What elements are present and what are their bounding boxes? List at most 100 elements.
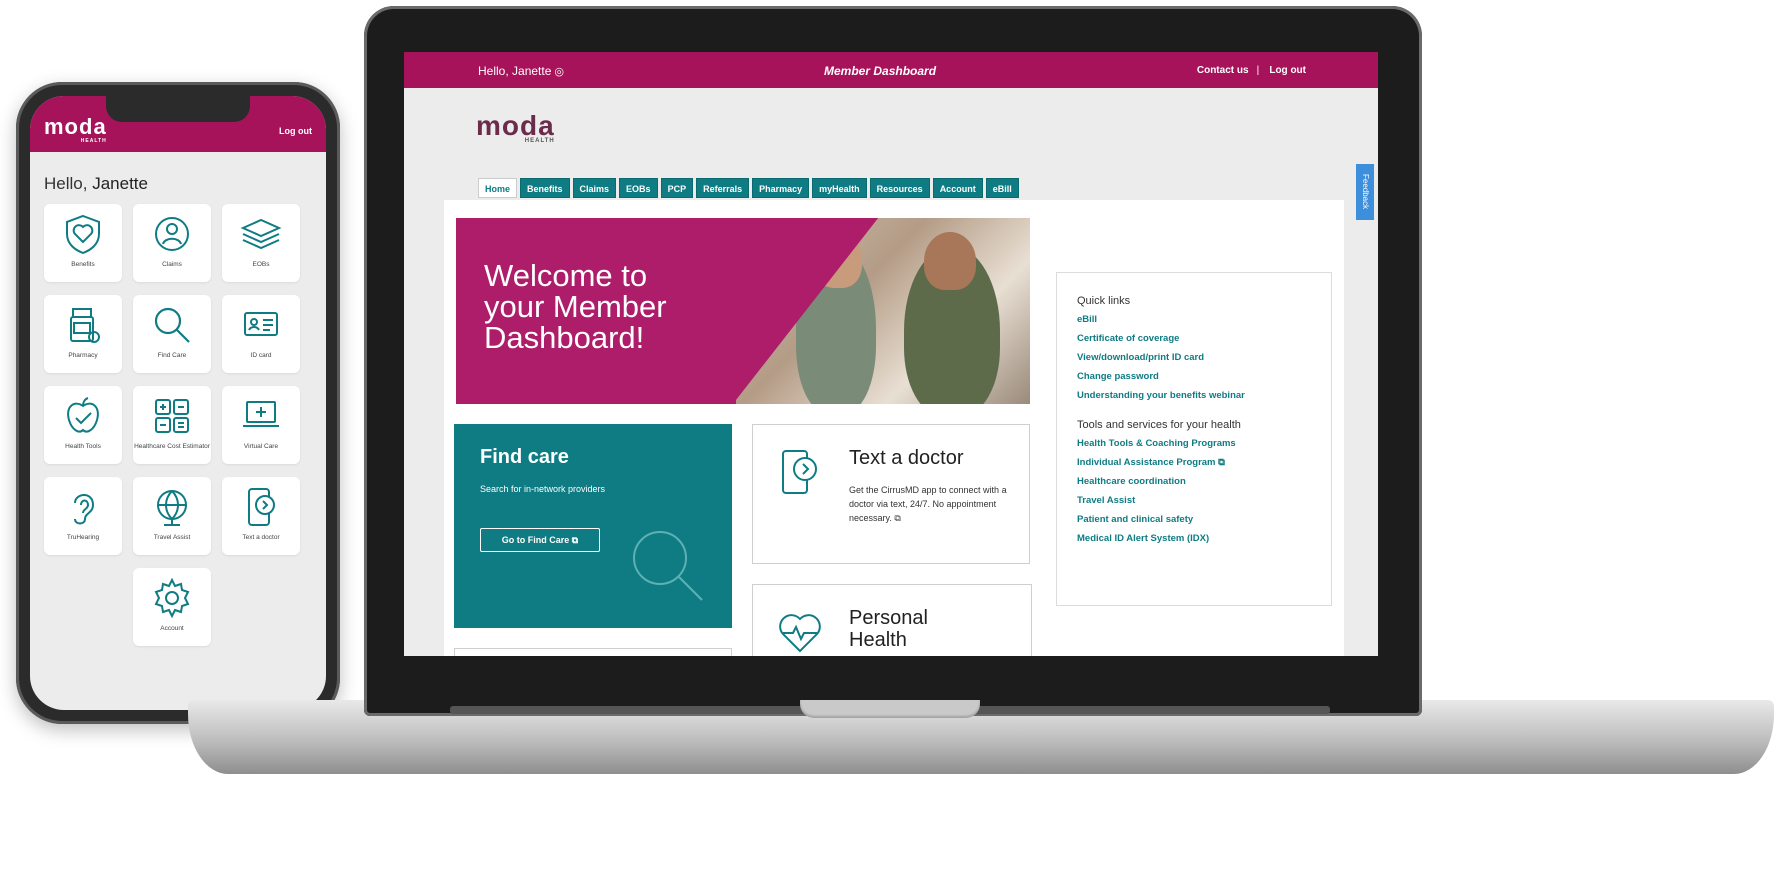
tile-label: Benefits [71, 261, 95, 268]
tool-link-coaching[interactable]: Health Tools & Coaching Programs [1077, 438, 1331, 449]
tab-account[interactable]: Account [932, 178, 983, 198]
tile-label: ID card [250, 352, 272, 359]
text-doctor-text: Get the CirrusMD app to connect with a d… [849, 485, 1007, 523]
person-cycle-icon [155, 217, 189, 251]
tab-home[interactable]: Home [478, 178, 518, 198]
tool-link-assistance[interactable]: Individual Assistance Program ⧉ [1077, 457, 1331, 468]
tab-pharmacy[interactable]: Pharmacy [752, 178, 810, 198]
phone-chat-icon [782, 450, 817, 494]
tile-label: EOBs [252, 261, 270, 268]
tile-claims[interactable]: Claims [133, 204, 211, 282]
phone-logo[interactable]: moda HEALTH [44, 114, 107, 144]
tile-find-care[interactable]: Find Care [133, 295, 211, 373]
tile-virtual-care[interactable]: Virtual Care [222, 386, 300, 464]
hero-face-right [924, 232, 976, 290]
tile-label: Pharmacy [68, 352, 98, 359]
quick-link-certificate[interactable]: Certificate of coverage [1077, 333, 1331, 344]
site-logo-text: moda [476, 110, 555, 141]
external-link-icon: ⧉ [571, 535, 579, 545]
main-tabs: Home Benefits Claims EOBs PCP Referrals … [478, 178, 1019, 198]
tab-eobs[interactable]: EOBs [619, 178, 658, 198]
personal-health-card[interactable]: Personal Health [752, 584, 1032, 656]
quick-link-ebill[interactable]: eBill [1077, 314, 1331, 325]
link-separator: | [1256, 65, 1260, 76]
partial-card [454, 648, 732, 656]
tools-heading: Tools and services for your health [1077, 419, 1241, 431]
dashboard-title: Member Dashboard [824, 64, 937, 78]
tool-link-medical-id[interactable]: Medical ID Alert System (IDX) [1077, 533, 1331, 544]
tile-eobs[interactable]: EOBs [222, 204, 300, 282]
quick-link-benefits-webinar[interactable]: Understanding your benefits webinar [1077, 390, 1331, 401]
tab-referrals[interactable]: Referrals [696, 178, 750, 198]
pill-bottle-icon [70, 308, 100, 343]
go-to-find-care-button[interactable]: Go to Find Care ⧉ [480, 528, 600, 552]
tab-myhealth[interactable]: myHealth [812, 178, 867, 198]
tile-label: TruHearing [66, 534, 100, 541]
logout-link[interactable]: Log out [1269, 65, 1306, 76]
tab-resources[interactable]: Resources [869, 178, 930, 198]
top-bar: Hello, Janette ◎ Member Dashboard Contact… [404, 52, 1378, 88]
hero-heading: Welcome to your Member Dashboard! [484, 258, 667, 355]
find-care-title: Find care [480, 446, 569, 468]
tile-travel-assist[interactable]: Travel Assist [133, 477, 211, 555]
tab-ebill[interactable]: eBill [985, 178, 1019, 198]
phone-notch [106, 96, 250, 122]
tab-claims[interactable]: Claims [572, 178, 617, 198]
phone-logout-link[interactable]: Log out [279, 126, 312, 136]
top-links: Contact us | Log out [1187, 65, 1306, 76]
tile-label: Virtual Care [243, 443, 279, 450]
tile-label: Travel Assist [153, 534, 191, 541]
phone-device: moda HEALTH Log out Hello, Janette Benef… [16, 82, 340, 724]
tab-benefits[interactable]: Benefits [520, 178, 570, 198]
site-logo[interactable]: moda HEALTH [476, 110, 555, 144]
text-doctor-card[interactable]: Text a doctor Get the CirrusMD app to co… [752, 424, 1030, 564]
tile-truhearing[interactable]: TruHearing [44, 477, 122, 555]
globe-icon[interactable]: ◎ [554, 66, 564, 78]
tool-link-assistance-text: Individual Assistance Program [1077, 457, 1216, 468]
stack-icon [240, 218, 282, 250]
main-content: Welcome to your Member Dashboard! Find c… [444, 200, 1344, 656]
tile-label: Health Tools [65, 443, 101, 450]
tool-link-coordination[interactable]: Healthcare coordination [1077, 476, 1331, 487]
personal-health-title: Personal Health [849, 607, 928, 651]
tab-pcp[interactable]: PCP [660, 178, 694, 198]
tile-label: Healthcare Cost Estimator [134, 443, 210, 450]
phone-tile-grid: Benefits Claims EOBs Pharmacy Find Care … [44, 204, 314, 646]
tool-link-safety[interactable]: Patient and clinical safety [1077, 514, 1331, 525]
tile-pharmacy[interactable]: Pharmacy [44, 295, 122, 373]
tile-account[interactable]: Account [133, 568, 211, 646]
tile-text-doctor[interactable]: Text a doctor [222, 477, 300, 555]
quick-link-id-card[interactable]: View/download/print ID card [1077, 352, 1331, 363]
phone-greeting-text: Hello, [44, 174, 88, 193]
quick-link-change-password[interactable]: Change password [1077, 371, 1331, 382]
apple-check-icon [67, 397, 99, 433]
find-care-description: Search for in-network providers [480, 484, 606, 494]
tile-id-card[interactable]: ID card [222, 295, 300, 373]
contact-us-link[interactable]: Contact us [1197, 65, 1249, 76]
id-card-icon [244, 312, 278, 336]
tile-benefits[interactable]: Benefits [44, 204, 122, 282]
phone-chat-icon [248, 488, 275, 526]
text-doctor-body: Get the CirrusMD app to connect with a d… [849, 483, 1009, 525]
quick-links-panel: Quick links eBill Certificate of coverag… [1056, 272, 1332, 606]
phone-logo-text: moda [44, 114, 107, 139]
external-link-icon: ⧉ [1218, 457, 1225, 468]
gear-icon [154, 577, 190, 619]
tile-label: Account [160, 625, 184, 632]
shield-heart-icon [66, 214, 100, 255]
globe-icon [157, 490, 187, 526]
laptop-screen: Hello, Janette ◎ Member Dashboard Contact… [404, 52, 1378, 656]
tile-health-tools[interactable]: Health Tools [44, 386, 122, 464]
tool-link-travel-assist[interactable]: Travel Assist [1077, 495, 1331, 506]
feedback-button[interactable]: Feedback [1356, 164, 1374, 220]
magnifier-icon [154, 307, 190, 343]
ear-icon [74, 494, 95, 525]
tile-label: Claims [162, 261, 182, 268]
go-to-find-care-label: Go to Find Care [501, 535, 570, 545]
magnifier-icon [633, 531, 703, 601]
top-greeting: Hello, Janette ◎ [478, 64, 564, 78]
top-greeting-text: Hello, Janette [478, 64, 552, 78]
tile-cost-estimator[interactable]: Healthcare Cost Estimator [133, 386, 211, 464]
welcome-banner: Welcome to your Member Dashboard! [456, 218, 1030, 404]
